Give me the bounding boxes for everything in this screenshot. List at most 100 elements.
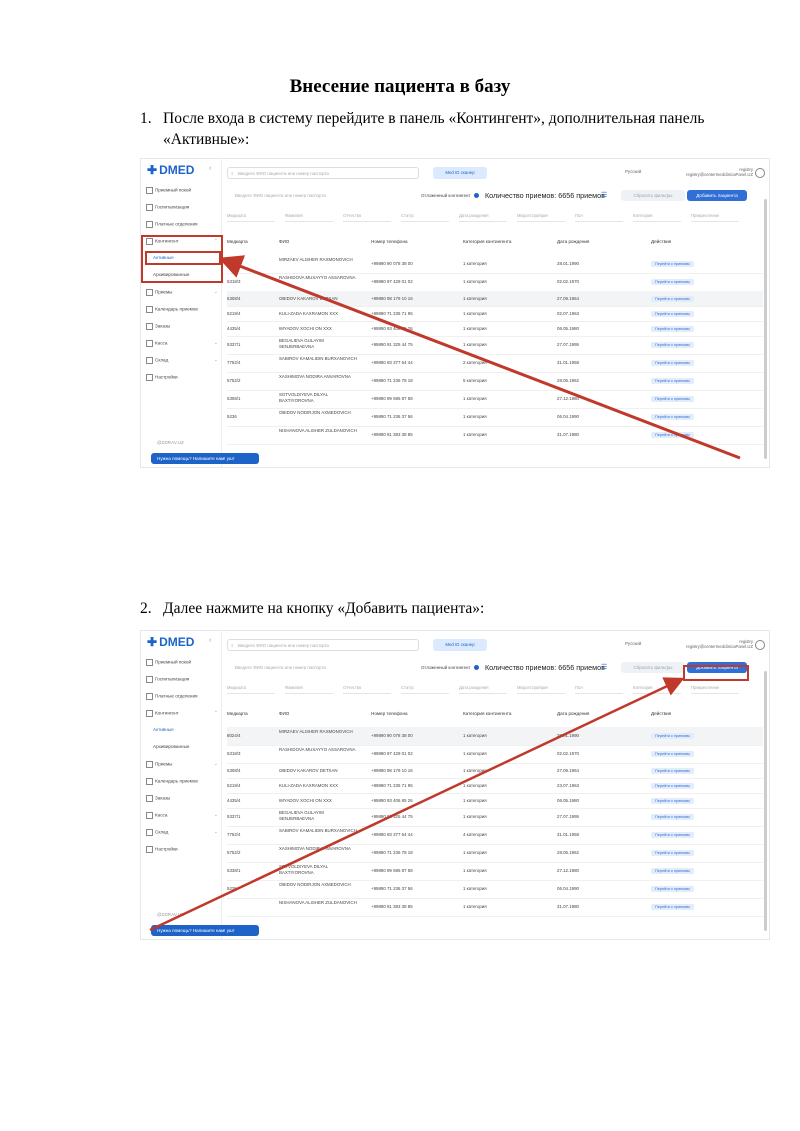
filter-field[interactable]: Прикрепление [691, 685, 739, 694]
filter-field[interactable]: Статус [401, 685, 449, 694]
deferred-toggle[interactable]: Отложенный контингент [421, 193, 479, 199]
filter-field[interactable]: Пол [575, 685, 623, 694]
patient-search-input[interactable]: Введите ФИО пациента или номер паспорта [227, 191, 415, 201]
sidebar-item[interactable]: Заказы [146, 795, 170, 802]
go-to-appointments-button[interactable]: Перейти к приемам [651, 904, 694, 910]
column-header[interactable]: Действия [651, 239, 671, 244]
table-row[interactable]: 5318/3 RASHIDOVA MUXAYYO ASSAROVNA +99890 … [227, 745, 763, 764]
table-row[interactable]: 5337/1 BEGALIEVA GULAYIM SENJERBAEVNA +998… [227, 808, 763, 827]
sidebar-item[interactable]: Приемы ⌄ [146, 761, 218, 768]
deferred-toggle[interactable]: Отложенный контингент [421, 665, 479, 671]
logo[interactable]: ✚ DMED [147, 635, 194, 649]
go-to-appointments-button[interactable]: Перейти к приемам [651, 814, 694, 820]
table-row[interactable]: NISHANOVA ALISHER ZULDANOVICH +99890 91 3… [227, 426, 763, 445]
global-search-input[interactable]: ⌕ Введите ФИО пациента или номер паспорта [227, 167, 419, 179]
filter-field[interactable]: Медсестра/врач [517, 685, 565, 694]
sidebar-item[interactable]: Склад ⌄ [146, 829, 218, 836]
filter-field[interactable]: Дата рождения [459, 685, 507, 694]
table-row[interactable]: 5337/1 BEGALIEVA GULAYIM SENJERBAEVNA +998… [227, 336, 763, 355]
table-row[interactable]: 5752/2 XASHIMOVA NODIRA ANVAROVNA +99890 7… [227, 372, 763, 391]
go-to-appointments-button[interactable]: Перейти к приемам [651, 850, 694, 856]
filter-field[interactable]: Отчество [343, 685, 391, 694]
go-to-appointments-button[interactable]: Перейти к приемам [651, 797, 694, 804]
add-patient-button[interactable]: Добавить пациента [687, 190, 747, 201]
table-row[interactable]: 4435/4 IMYADOV XOCHI ON XXX +99890 93 406 … [227, 321, 763, 337]
table-row[interactable]: 4435/4 IMYADOV XOCHI ON XXX +99890 93 406 … [227, 793, 763, 809]
column-header[interactable]: Номер телефона [371, 239, 408, 244]
filter-field[interactable]: Прикрепление [691, 213, 739, 222]
filter-icon[interactable]: ☰ [601, 663, 607, 671]
sidebar-item[interactable]: Склад ⌄ [146, 357, 218, 364]
table-row[interactable]: 8024/4 MIRZAEV ALISHER RAXMONOVICH +99890 … [227, 255, 763, 274]
filter-field[interactable]: Пол [575, 213, 623, 222]
sidebar-item[interactable]: Платные отделения [146, 693, 198, 700]
go-to-appointments-button[interactable]: Перейти к приемам [651, 832, 694, 838]
filter-icon[interactable]: ☰ [601, 191, 607, 199]
table-row[interactable]: 5308/4 OBIDOV KAKAROV DETXAN +99890 98 179… [227, 291, 763, 307]
language-select[interactable]: Русский [625, 169, 641, 174]
column-header[interactable]: Дата рождения [557, 711, 589, 716]
table-row[interactable]: 5318/3 RASHIDOVA MUXAYYO ASSAROVNA +99890 … [227, 273, 763, 292]
go-to-appointments-button[interactable]: Перейти к приемам [651, 295, 694, 302]
sidebar-item[interactable]: Приемный покой [146, 659, 191, 666]
table-row[interactable]: 5752/2 XASHIMOVA NODIRA ANVAROVNA +99890 7… [227, 844, 763, 863]
med-id-scanner-button[interactable]: Med ID сканер [433, 639, 487, 651]
table-row[interactable]: 5218/4 KULI-ZADA KAXRAMON XXX +99890 71 23… [227, 778, 763, 794]
patient-search-input[interactable]: Введите ФИО пациента или номер паспорта [227, 663, 415, 673]
go-to-appointments-button[interactable]: Перейти к приемам [651, 782, 694, 789]
column-header[interactable]: Номер телефона [371, 711, 408, 716]
go-to-appointments-button[interactable]: Перейти к приемам [651, 432, 694, 438]
go-to-appointments-button[interactable]: Перейти к приемам [651, 733, 694, 739]
language-select[interactable]: Русский [625, 641, 641, 646]
filter-field[interactable]: Дата рождения [459, 213, 507, 222]
sidebar-item[interactable]: Приемный покой [146, 187, 191, 194]
table-row[interactable]: 5308/1 SOTVOLDIYEVA DILYAL BAXTIYOROVNA +9… [227, 390, 763, 409]
sidebar-item[interactable]: Касса ⌄ [146, 340, 218, 347]
go-to-appointments-button[interactable]: Перейти к приемам [651, 396, 694, 402]
go-to-appointments-button[interactable]: Перейти к приемам [651, 325, 694, 332]
go-to-appointments-button[interactable]: Перейти к приемам [651, 886, 694, 892]
column-header[interactable]: ФИО [279, 711, 289, 716]
filter-field[interactable]: Медкарта [227, 685, 275, 694]
help-chat-button[interactable]: Нужна помощь? Напишите нам! ушт [151, 925, 259, 936]
sidebar-item[interactable]: Платные отделения [146, 221, 198, 228]
go-to-appointments-button[interactable]: Перейти к приемам [651, 261, 694, 267]
global-search-input[interactable]: ⌕ Введите ФИО пациента или номер паспорта [227, 639, 419, 651]
column-header[interactable]: Медкарта [227, 239, 248, 244]
filter-field[interactable]: Медкарта [227, 213, 275, 222]
filter-field[interactable]: Категория [633, 213, 681, 222]
column-header[interactable]: Категория контингента [463, 711, 511, 716]
reset-filters-button[interactable]: Сбросить фильтры [621, 190, 685, 201]
filter-field[interactable]: Отчество [343, 213, 391, 222]
column-header[interactable]: Действия [651, 711, 671, 716]
sidebar-item[interactable]: Госпитализация [146, 204, 189, 211]
med-id-scanner-button[interactable]: Med ID сканер [433, 167, 487, 179]
collapse-sidebar-icon[interactable]: ‹ [209, 165, 211, 172]
go-to-appointments-button[interactable]: Перейти к приемам [651, 310, 694, 317]
sidebar-item[interactable]: Настройки [146, 374, 178, 381]
table-row[interactable]: NISHANOVA ALISHER ZULDANOVICH +99890 91 3… [227, 898, 763, 917]
go-to-appointments-button[interactable]: Перейти к приемам [651, 767, 694, 774]
table-row[interactable]: 5338/1 SOTVOLDIYEVA DILYAL BAXTIYOROVNA +9… [227, 862, 763, 881]
filter-field[interactable]: Статус [401, 213, 449, 222]
sidebar-item[interactable]: Настройки [146, 846, 178, 853]
logo[interactable]: ✚ DMED [147, 163, 194, 177]
go-to-appointments-button[interactable]: Перейти к приемам [651, 360, 694, 366]
go-to-appointments-button[interactable]: Перейти к приемам [651, 342, 694, 348]
table-row[interactable]: 7752/4 SABIROV KAMALIDIN BURXANOVICH +9989… [227, 354, 763, 373]
sidebar-item[interactable]: Архивированные [153, 744, 189, 749]
help-chat-button[interactable]: Нужна помощь? Напишите нам! ушт [151, 453, 259, 464]
filter-field[interactable]: Фамилия [285, 685, 333, 694]
table-row[interactable]: 5235 OBIDOV NODIRJON AXMEDOVICH +99890 71 … [227, 880, 763, 899]
scrollbar[interactable] [764, 199, 767, 459]
table-row[interactable]: 5236 OBIDOV NODIRJON AXMEDOVICH +99890 71 … [227, 408, 763, 427]
sidebar-item[interactable]: Календарь приемов [146, 306, 198, 313]
sidebar-item[interactable]: Заказы [146, 323, 170, 330]
table-row[interactable]: 5308/4 OBIDOV KAKAROV DETXAN +99890 98 179… [227, 763, 763, 779]
table-row[interactable]: 8024/4 MIRZAEV ALISHER RAXMONOVICH +99890 … [227, 727, 763, 746]
avatar[interactable] [755, 640, 765, 650]
sidebar-item[interactable]: Активные [153, 727, 174, 732]
filter-field[interactable]: Фамилия [285, 213, 333, 222]
collapse-sidebar-icon[interactable]: ‹ [209, 637, 211, 644]
go-to-appointments-button[interactable]: Перейти к приемам [651, 414, 694, 420]
